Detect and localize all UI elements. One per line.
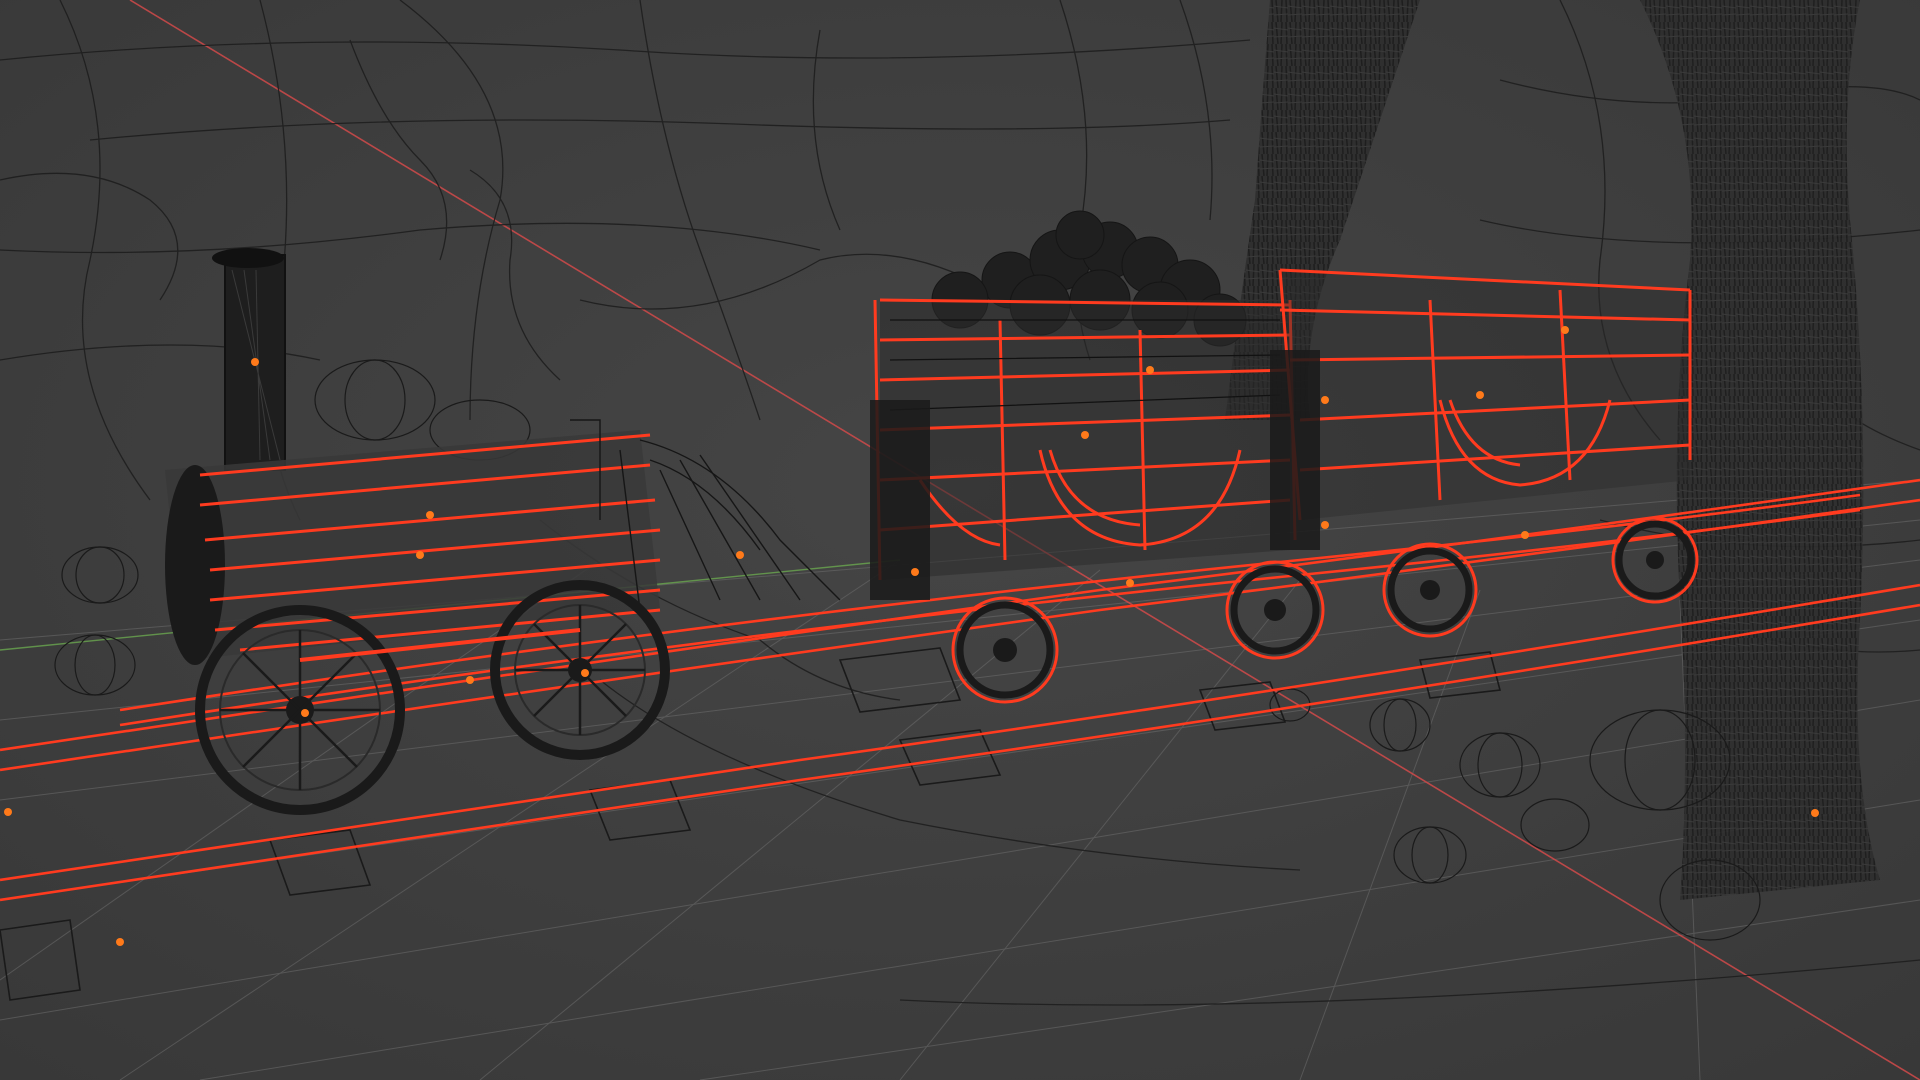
viewport-canvas[interactable] <box>0 0 1920 1080</box>
locomotive-wheel-front <box>195 605 405 815</box>
locomotive-wheel-rear <box>490 580 670 760</box>
3d-viewport[interactable] <box>0 0 1920 1080</box>
